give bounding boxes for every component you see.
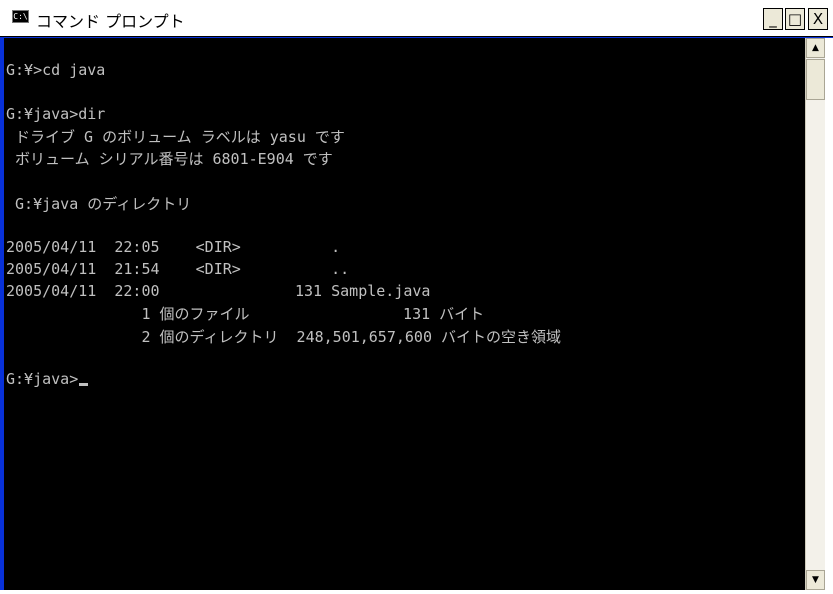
scrollbar-thumb[interactable] (806, 59, 825, 100)
close-button[interactable]: X (808, 8, 828, 30)
console-line: 2005/04/11 22:05 <DIR> . (6, 238, 341, 256)
console-line: G:¥java のディレクトリ (6, 195, 192, 213)
scroll-up-button[interactable]: ▲ (806, 38, 825, 58)
vertical-scrollbar[interactable]: ▲ ▼ (805, 38, 825, 590)
prompt-line[interactable]: G:¥java> (6, 368, 89, 390)
console-line: 1 個のファイル 131 バイト (6, 305, 485, 323)
console-line: G:¥>cd java (6, 61, 106, 79)
scroll-down-button[interactable]: ▼ (806, 570, 825, 590)
minimize-button[interactable]: _ (763, 8, 783, 30)
text-cursor (79, 383, 89, 386)
console-line: ボリューム シリアル番号は 6801-E904 です (6, 150, 333, 168)
title-bar[interactable]: C:\ コマンド プロンプト _ □ X (0, 0, 833, 37)
prompt-text: G:¥java> (6, 370, 79, 388)
console-line: G:¥java>dir (6, 105, 106, 123)
window-frame-right (825, 38, 833, 594)
console-line: 2 個のディレクトリ 248,501,657,600 バイトの空き領域 (6, 328, 562, 346)
window-title: コマンド プロンプト (36, 12, 185, 31)
console-line: 2005/04/11 21:54 <DIR> .. (6, 260, 350, 278)
console-line: 2005/04/11 22:00 131 Sample.java (6, 282, 431, 300)
cmd-icon[interactable]: C:\ (12, 10, 29, 23)
maximize-button[interactable]: □ (785, 8, 805, 30)
command-prompt-window: C:\ コマンド プロンプト _ □ X G:¥>cd java G:¥java… (0, 0, 833, 594)
window-frame-bottom (0, 590, 833, 594)
console-line: ドライブ G のボリューム ラベルは yasu です (6, 128, 345, 146)
console-output[interactable]: G:¥>cd java G:¥java>dir ドライブ G のボリューム ラベ… (4, 38, 805, 590)
